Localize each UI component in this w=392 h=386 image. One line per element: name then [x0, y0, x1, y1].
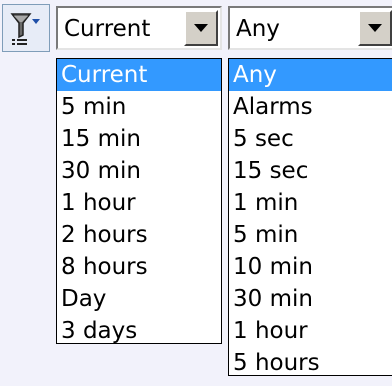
interval-option[interactable]: Alarms: [229, 91, 392, 123]
interval-dropdown-list: Any Alarms 5 sec 15 sec 1 min 5 min 10 min 30 m…: [228, 58, 392, 376]
interval-option[interactable]: 10 min: [229, 251, 392, 283]
interval-option[interactable]: 15 sec: [229, 155, 392, 187]
interval-option[interactable]: 5 sec: [229, 123, 392, 155]
period-option[interactable]: 5 min: [57, 91, 221, 123]
period-option[interactable]: 1 hour: [57, 187, 221, 219]
interval-option[interactable]: 5 min: [229, 219, 392, 251]
interval-combobox-value: Any: [236, 16, 280, 42]
interval-option[interactable]: 1 hour: [229, 315, 392, 347]
period-option[interactable]: 15 min: [57, 123, 221, 155]
period-option[interactable]: 2 hours: [57, 219, 221, 251]
period-dropdown-button[interactable]: [184, 10, 218, 46]
period-dropdown-list: Current 5 min 15 min 30 min 1 hour 2 hours 8 h…: [56, 58, 222, 344]
period-option[interactable]: Day: [57, 283, 221, 315]
interval-option[interactable]: 1 min: [229, 187, 392, 219]
period-option[interactable]: 8 hours: [57, 251, 221, 283]
period-option[interactable]: 3 days: [57, 315, 221, 347]
period-option[interactable]: Current: [57, 59, 221, 91]
filter-funnel-icon: [10, 13, 40, 45]
chevron-down-icon: [368, 24, 382, 32]
interval-option[interactable]: 5 hours: [229, 347, 392, 379]
interval-combobox[interactable]: Any: [228, 6, 392, 50]
filter-button[interactable]: [2, 4, 50, 52]
period-option[interactable]: 30 min: [57, 155, 221, 187]
period-combobox-value: Current: [64, 16, 151, 42]
filter-toolbar: Current Any Current 5 min 15 min 30 min 1 ho…: [0, 0, 392, 386]
interval-dropdown-button[interactable]: [358, 10, 392, 46]
chevron-down-icon: [194, 24, 208, 32]
interval-option[interactable]: Any: [229, 59, 392, 91]
interval-option[interactable]: 30 min: [229, 283, 392, 315]
period-combobox[interactable]: Current: [56, 6, 222, 50]
